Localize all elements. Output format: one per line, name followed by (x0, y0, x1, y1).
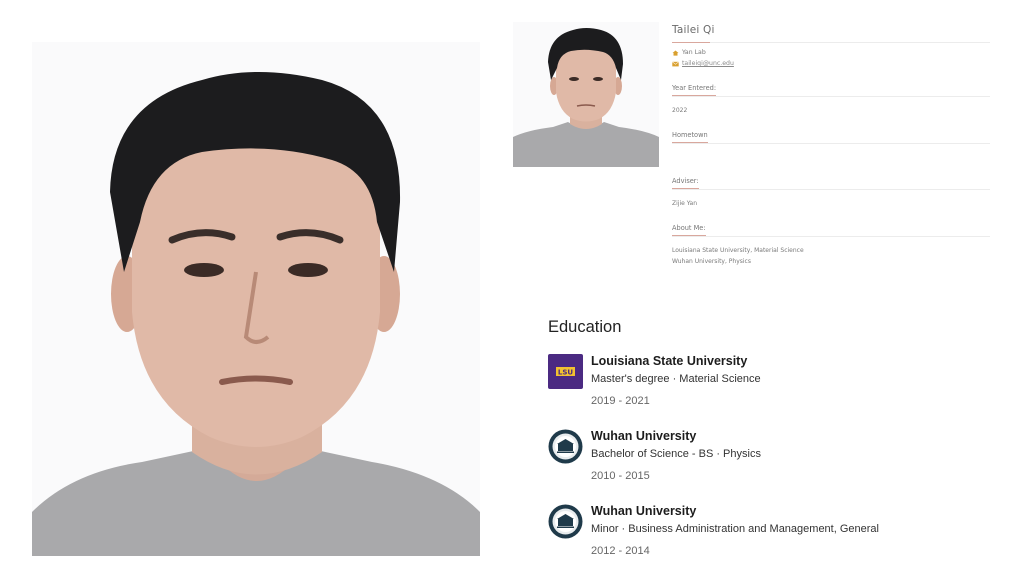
school-name[interactable]: Louisiana State University (591, 353, 761, 369)
section-value: 2022 (672, 107, 688, 114)
section-about-me: About Me: Louisiana State University, Ma… (672, 224, 990, 267)
years: 2010 - 2015 (591, 470, 650, 482)
wuhan-university-logo[interactable] (548, 504, 583, 539)
logo-text: LSU (558, 369, 574, 377)
lab-line: Yan Lab (672, 49, 990, 56)
education-heading: Education (548, 318, 622, 336)
section-value (672, 153, 990, 164)
lab-name: Yan Lab (682, 49, 706, 56)
education-item: Wuhan University Minor · Business Admini… (548, 503, 948, 559)
education-section: Education LSU Louisiana State University… (548, 318, 948, 576)
education-item: Wuhan University Bachelor of Science - B… (548, 428, 948, 484)
years: 2012 - 2014 (591, 545, 650, 557)
section-hometown: Hometown (672, 131, 990, 164)
email-line: taileiqi@unc.edu (672, 60, 990, 67)
section-label: About Me: (672, 224, 706, 232)
section-value: Louisiana State University, Material Sci… (672, 247, 804, 254)
section-label: Year Entered: (672, 84, 717, 92)
school-name[interactable]: Wuhan University (591, 428, 761, 444)
section-value: Zijie Yan (672, 200, 698, 207)
profile-info: Tailei Qi Yan Lab taileiqi@unc.edu Year … (672, 24, 990, 267)
section-year-entered: Year Entered: 2022 (672, 84, 990, 116)
section-adviser: Adviser: Zijie Yan (672, 177, 990, 209)
section-value: Wuhan University, Physics (672, 258, 751, 265)
degree: Minor · Business Administration and Mana… (591, 523, 879, 535)
years: 2019 - 2021 (591, 395, 650, 407)
portrait-photo-large (32, 42, 480, 556)
section-label: Adviser: (672, 177, 699, 185)
education-item: LSU Louisiana State University Master's … (548, 353, 948, 409)
section-label: Hometown (672, 131, 708, 139)
profile-name: Tailei Qi (672, 24, 990, 43)
school-name[interactable]: Wuhan University (591, 503, 879, 519)
lsu-logo[interactable]: LSU (548, 354, 583, 389)
home-icon (672, 50, 679, 56)
degree: Bachelor of Science - BS · Physics (591, 448, 761, 460)
profile-photo-thumbnail (513, 22, 659, 167)
degree: Master's degree · Material Science (591, 373, 761, 385)
wuhan-university-logo[interactable] (548, 429, 583, 464)
email-link[interactable]: taileiqi@unc.edu (682, 60, 734, 67)
envelope-icon (672, 61, 679, 67)
